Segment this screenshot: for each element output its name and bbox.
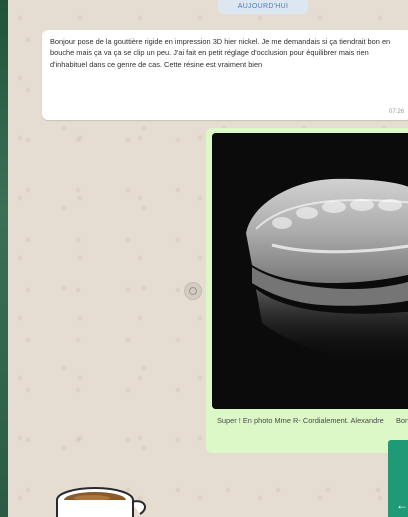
app-side-panel-edge [0,0,8,517]
coffee-cup-sticker[interactable] [48,484,158,517]
date-divider: AUJOURD'HUI [218,0,308,14]
coffee-cup-icon [56,487,146,517]
outgoing-message-caption: Super ! En photo Mme R- Cordialement. Al… [217,416,384,425]
next-message-preview: Bon [396,416,408,425]
scroll-to-bottom-button[interactable]: ← [388,440,408,517]
incoming-message[interactable]: Bonjour pose de la gouttière rigide en i… [42,30,408,120]
chat-panel: AUJOURD'HUI Bonjour pose de la gouttière… [8,0,408,517]
arrow-icon: ← [396,498,408,512]
message-timestamp: 07:26 [388,109,404,115]
dental-aligner-photo[interactable] [212,133,408,409]
aligner-image [212,133,408,409]
incoming-message-text: Bonjour pose de la gouttière rigide en i… [50,37,391,69]
forward-icon[interactable] [184,282,202,300]
outgoing-image-message[interactable]: Super ! En photo Mme R- Cordialement. Al… [206,128,408,453]
